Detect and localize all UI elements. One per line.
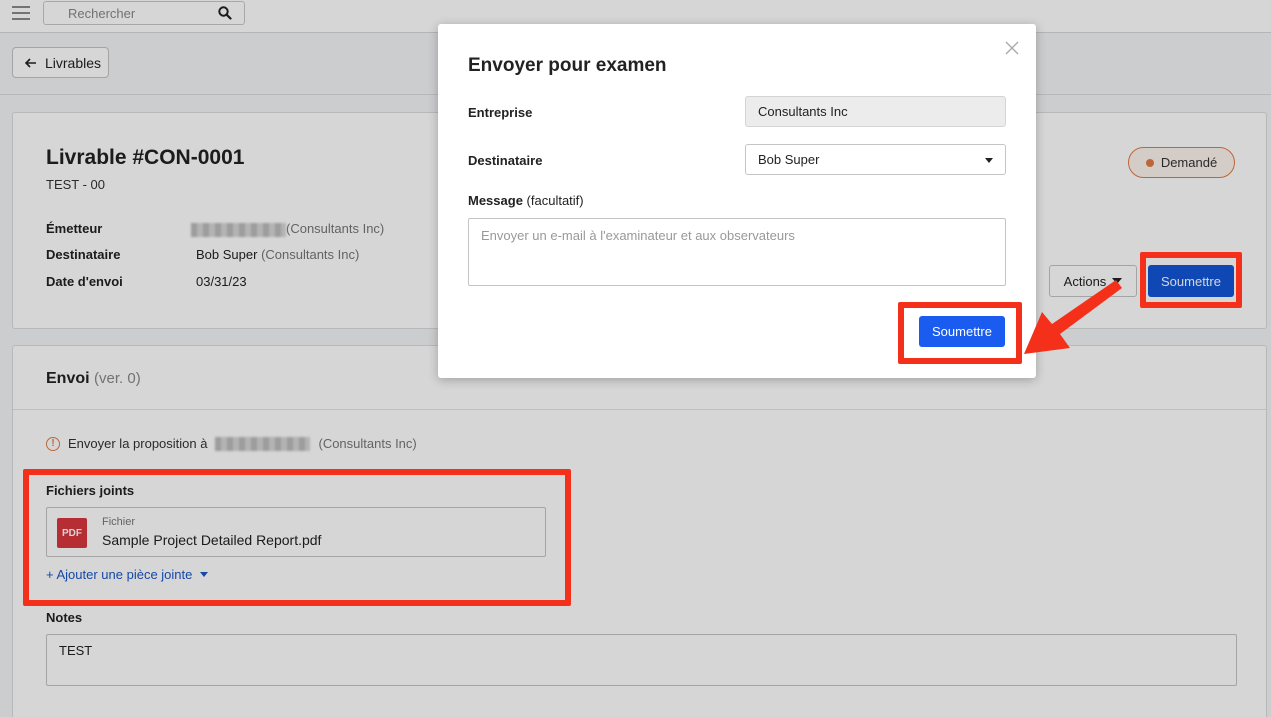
recipient-selected-value: Bob Super [758,152,820,167]
company-field: Consultants Inc [745,96,1006,127]
recipient-label: Destinataire [468,153,543,168]
close-icon[interactable] [1004,40,1020,56]
message-label: Message (facultatif) [468,193,584,208]
submit-for-review-dialog: Envoyer pour examen Entreprise Consultan… [438,24,1036,378]
annotation-arrow [1024,280,1122,354]
chevron-down-icon [985,158,993,163]
message-textarea[interactable] [468,218,1006,286]
dialog-title: Envoyer pour examen [468,55,667,76]
message-label-text: Message [468,193,523,208]
dialog-submit-button[interactable]: Soumettre [919,316,1005,347]
company-label: Entreprise [468,105,533,120]
recipient-select[interactable]: Bob Super [745,144,1006,175]
message-optional-label: (facultatif) [526,193,584,208]
